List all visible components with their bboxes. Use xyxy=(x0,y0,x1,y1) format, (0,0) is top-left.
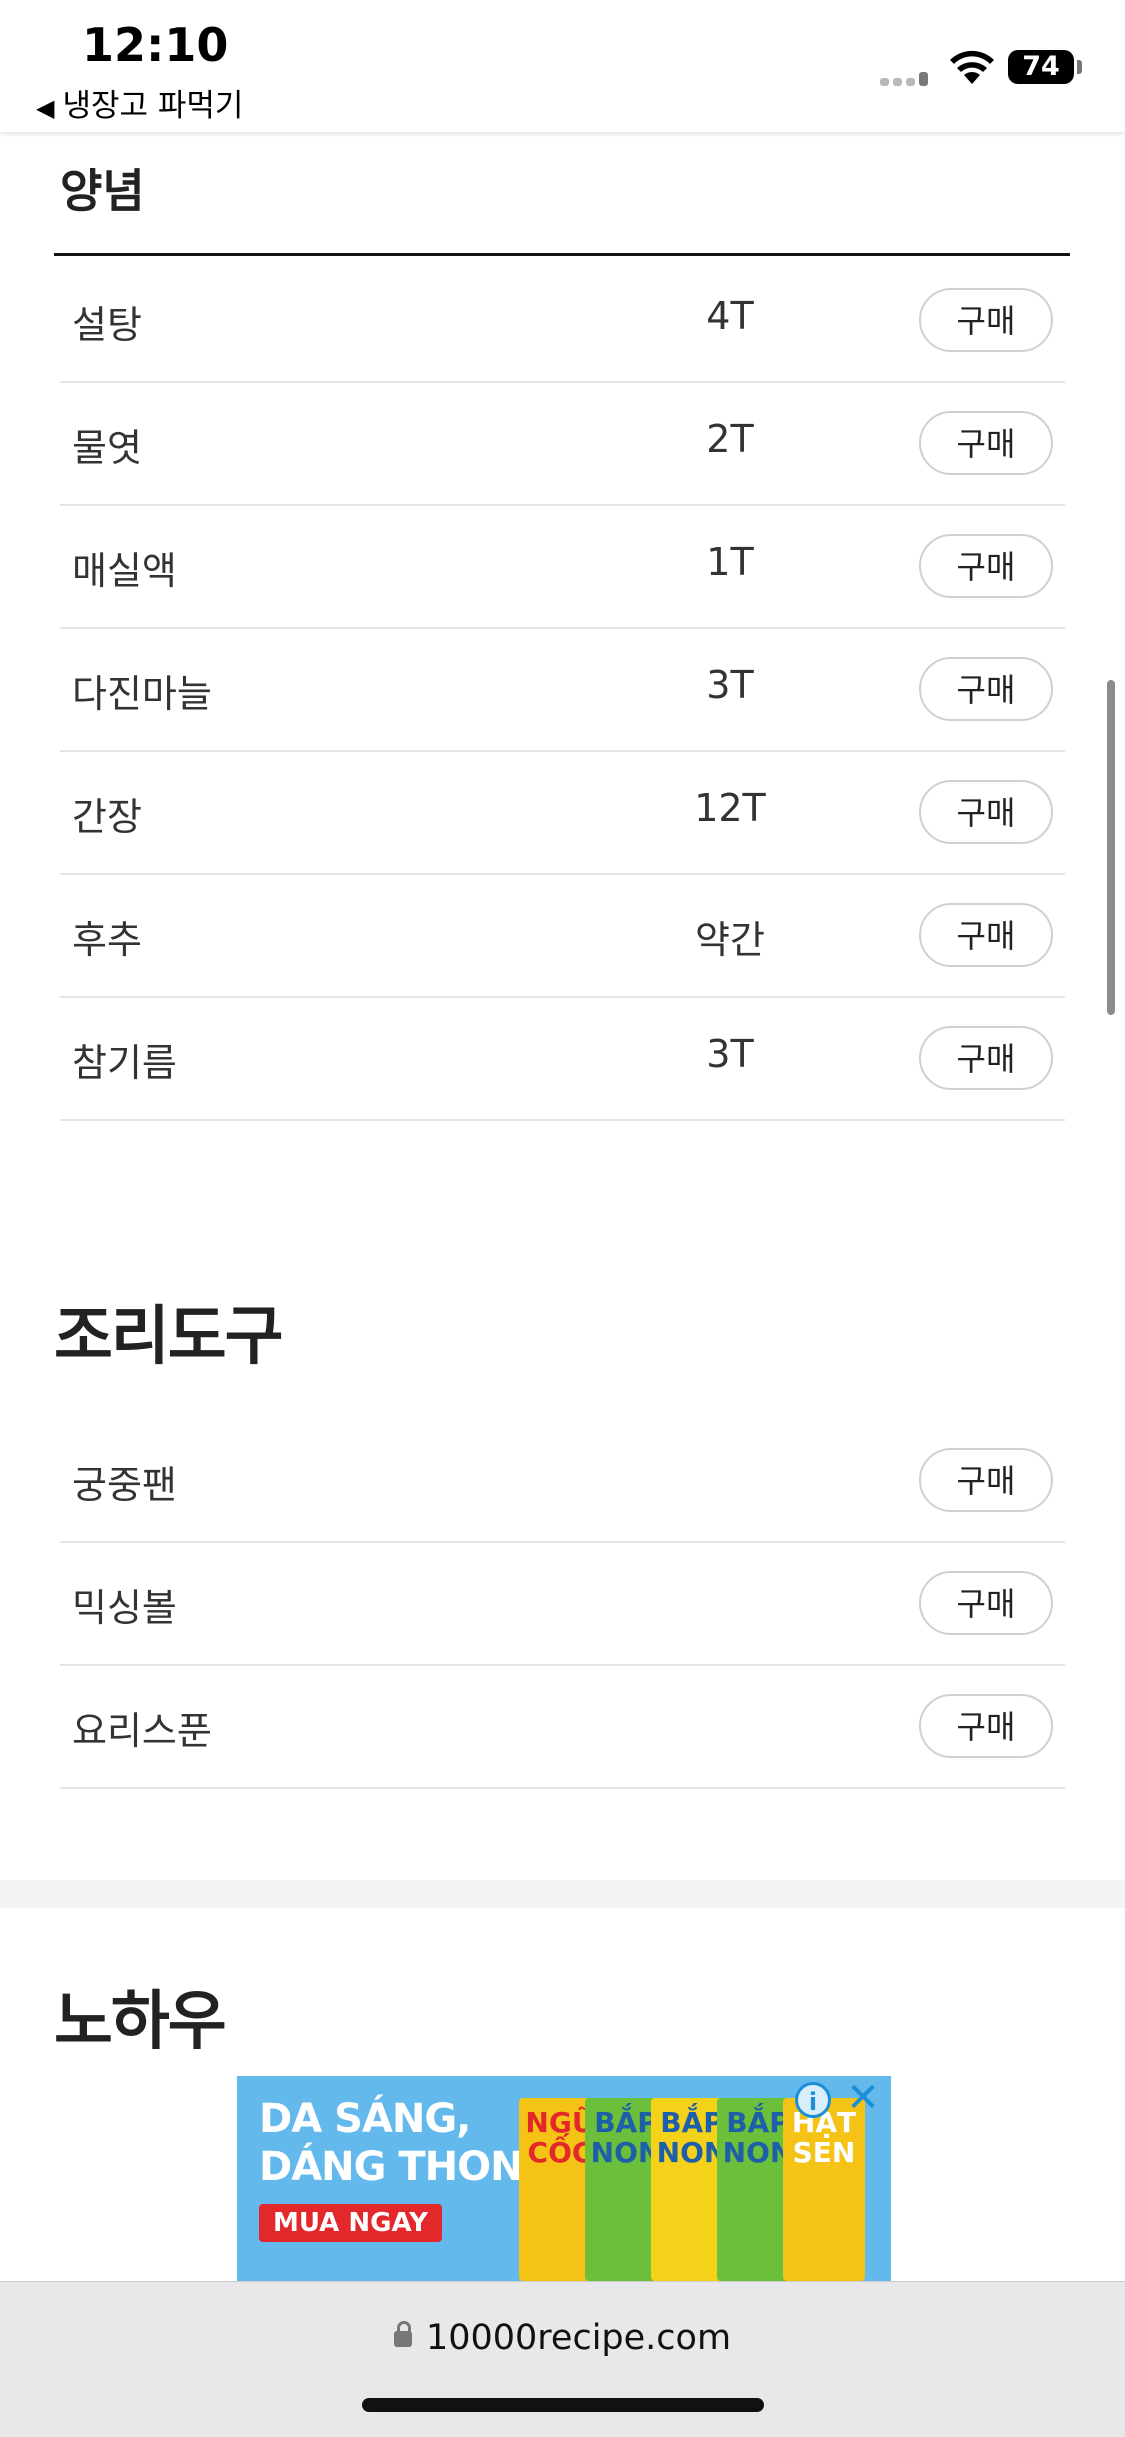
ad-banner[interactable]: DA SÁNG, DÁNG THON MUA NGAY NGŨ CỐC BẮP … xyxy=(237,2076,891,2281)
buy-button[interactable]: 구매 xyxy=(919,411,1053,475)
ad-headline-1: DA SÁNG, xyxy=(259,2096,471,2142)
tool-name: 궁중팬 xyxy=(72,1463,177,1507)
buy-button[interactable]: 구매 xyxy=(919,534,1053,598)
ingredient-amount: 3T xyxy=(706,663,754,707)
ingredient-amount: 1T xyxy=(706,540,754,584)
tool-row: 믹싱볼 구매 xyxy=(60,1541,1065,1666)
section-title-tools: 조리도구 xyxy=(54,1300,284,1374)
back-triangle-icon: ◀ xyxy=(36,94,55,122)
buy-button[interactable]: 구매 xyxy=(919,657,1053,721)
back-to-app-link[interactable]: ◀ 냉장고 파먹기 xyxy=(36,80,243,125)
ingredient-name: 다진마늘 xyxy=(72,672,212,716)
cellular-signal-icon xyxy=(880,70,932,86)
ad-headline-2: DÁNG THON xyxy=(259,2144,524,2190)
ingredient-name: 물엿 xyxy=(72,426,142,470)
ingredient-row: 간장 12T 구매 xyxy=(60,750,1065,875)
page-scrollbar[interactable] xyxy=(1107,680,1115,1015)
tool-name: 요리스푼 xyxy=(72,1709,212,1753)
ingredient-name: 매실액 xyxy=(72,549,177,593)
section-divider xyxy=(0,1880,1125,1908)
ingredient-amount: 약간 xyxy=(695,918,765,962)
section-title-seasoning: 양념 xyxy=(60,164,145,218)
ad-cta-button[interactable]: MUA NGAY xyxy=(259,2204,442,2242)
ingredient-row: 다진마늘 3T 구매 xyxy=(60,627,1065,752)
wifi-icon xyxy=(950,50,994,84)
url-text: 10000recipe.com xyxy=(425,2318,732,2358)
buy-button[interactable]: 구매 xyxy=(919,1448,1053,1512)
ingredient-row: 설탕 4T 구매 xyxy=(60,258,1065,383)
ingredient-row: 물엿 2T 구매 xyxy=(60,381,1065,506)
ingredient-amount: 2T xyxy=(706,417,754,461)
ingredient-row: 매실액 1T 구매 xyxy=(60,504,1065,629)
ingredient-amount: 3T xyxy=(706,1032,754,1076)
battery-cap xyxy=(1077,60,1082,74)
battery-icon: 74 xyxy=(1008,50,1074,84)
ad-info-icon[interactable]: i xyxy=(795,2082,831,2118)
back-app-label: 냉장고 파먹기 xyxy=(62,88,244,124)
buy-button[interactable]: 구매 xyxy=(919,780,1053,844)
buy-button[interactable]: 구매 xyxy=(919,1694,1053,1758)
buy-button[interactable]: 구매 xyxy=(919,1026,1053,1090)
section-title-knowhow: 노하우 xyxy=(54,1985,227,2059)
ad-close-icon[interactable]: ✕ xyxy=(843,2078,883,2118)
browser-address-bar[interactable]: 10000recipe.com xyxy=(0,2281,1125,2437)
ingredient-amount: 12T xyxy=(694,786,766,830)
ingredient-name: 간장 xyxy=(72,795,142,839)
status-bar: 12:10 ◀ 냉장고 파먹기 74 xyxy=(0,0,1125,132)
ingredient-name: 후추 xyxy=(72,918,142,962)
tool-row: 궁중팬 구매 xyxy=(60,1418,1065,1543)
ingredient-name: 참기름 xyxy=(72,1041,177,1085)
lock-icon xyxy=(393,2321,412,2347)
buy-button[interactable]: 구매 xyxy=(919,1571,1053,1635)
tool-name: 믹싱볼 xyxy=(72,1586,177,1630)
ingredient-name: 설탕 xyxy=(72,303,142,347)
ad-product-pack: HẠT SEN xyxy=(783,2098,865,2281)
status-time: 12:10 xyxy=(82,18,229,72)
ingredient-amount: 4T xyxy=(706,294,754,338)
buy-button[interactable]: 구매 xyxy=(919,288,1053,352)
home-indicator[interactable] xyxy=(362,2398,764,2412)
url-field[interactable]: 10000recipe.com xyxy=(0,2318,1125,2358)
buy-button[interactable]: 구매 xyxy=(919,903,1053,967)
tool-row: 요리스푼 구매 xyxy=(60,1664,1065,1789)
ingredient-row: 참기름 3T 구매 xyxy=(60,996,1065,1121)
section-rule xyxy=(54,253,1070,256)
ingredient-row: 후추 약간 구매 xyxy=(60,873,1065,998)
